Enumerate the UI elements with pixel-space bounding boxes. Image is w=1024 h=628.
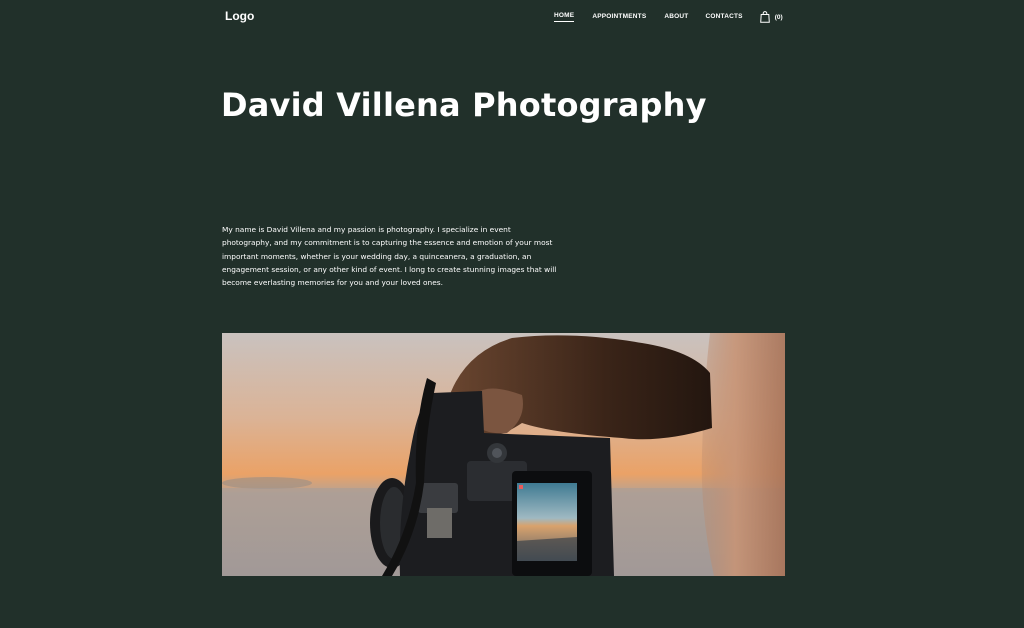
intro-paragraph: My name is David Villena and my passion …	[222, 225, 557, 288]
main-nav: HOME APPOINTMENTS ABOUT CONTACTS (0)	[554, 11, 783, 23]
nav-appointments[interactable]: APPOINTMENTS	[592, 13, 646, 22]
nav-contacts[interactable]: CONTACTS	[705, 13, 742, 22]
nav-home[interactable]: HOME	[554, 12, 575, 22]
site-header: Logo HOME APPOINTMENTS ABOUT CONTACTS (0…	[0, 0, 1024, 32]
logo[interactable]: Logo	[225, 9, 254, 23]
shopping-bag-icon	[759, 11, 770, 23]
hero-image	[222, 333, 785, 576]
page: Logo HOME APPOINTMENTS ABOUT CONTACTS (0…	[0, 0, 1024, 628]
cart-button[interactable]: (0)	[759, 11, 783, 23]
page-title: David Villena Photography	[221, 86, 707, 124]
cart-count: (0)	[774, 13, 783, 21]
nav-about[interactable]: ABOUT	[664, 13, 688, 22]
